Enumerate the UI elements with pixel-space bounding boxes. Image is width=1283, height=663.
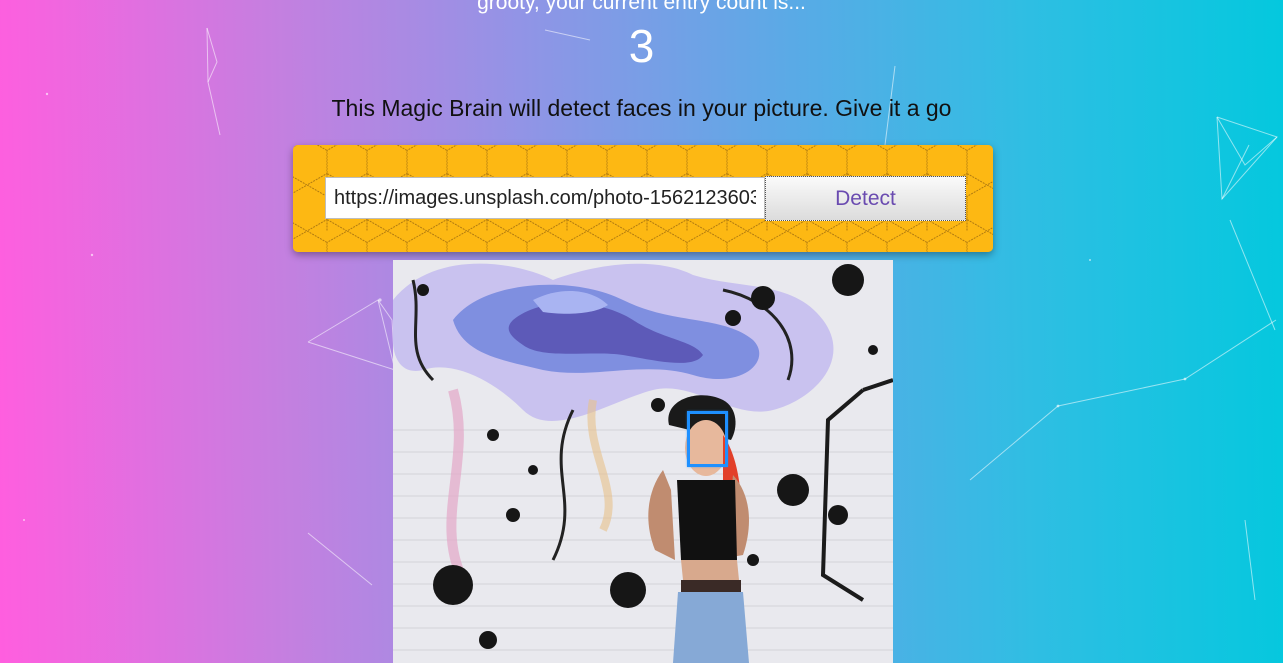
face-photo xyxy=(393,260,893,663)
detect-button[interactable]: Detect xyxy=(765,176,966,221)
image-url-input[interactable] xyxy=(325,177,765,219)
entry-count: 3 xyxy=(628,20,655,72)
face-bounding-box xyxy=(687,411,728,467)
graffiti-photo-illustration xyxy=(393,260,893,663)
image-link-form: Detect xyxy=(293,145,993,252)
instructions-text: This Magic Brain will detect faces in yo… xyxy=(331,95,952,121)
rank-message: grooty, your current entry count is... xyxy=(477,0,806,14)
